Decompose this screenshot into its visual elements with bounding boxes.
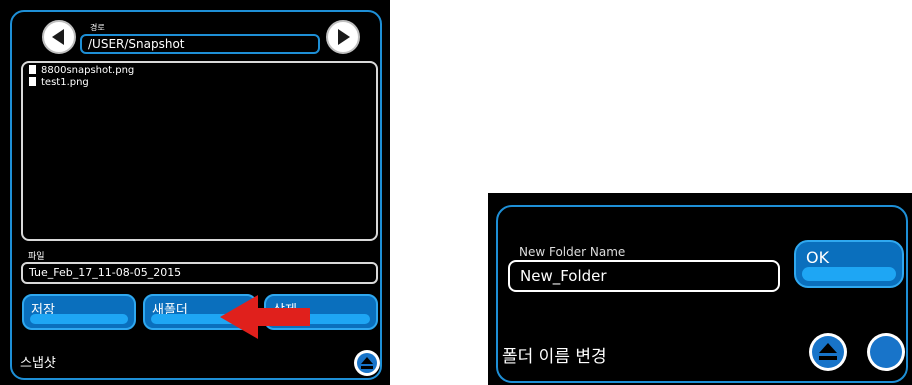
- file-icon: [29, 77, 36, 86]
- save-button[interactable]: 저장: [22, 294, 136, 330]
- file-dialog-panel: 경로 /USER/Snapshot 8800snapshot.png test1…: [0, 0, 390, 385]
- dialog-title: 스냅샷: [20, 356, 56, 371]
- file-icon: [29, 65, 36, 74]
- button-highlight: [802, 267, 896, 281]
- home-icon: [819, 343, 837, 360]
- ok-button-label: OK: [806, 248, 830, 267]
- path-label: 경로: [90, 23, 105, 32]
- rename-dialog-panel: New Folder Name New_Folder OK 폴더 이름 변경: [488, 193, 912, 385]
- list-item[interactable]: 8800snapshot.png: [29, 65, 134, 77]
- file-list[interactable]: 8800snapshot.png test1.png: [21, 61, 378, 241]
- round-action-button[interactable]: [867, 333, 905, 371]
- file-name: 8800snapshot.png: [41, 65, 135, 76]
- red-pointer-arrow: [220, 295, 310, 339]
- ok-button[interactable]: OK: [794, 240, 904, 288]
- button-highlight: [30, 314, 128, 324]
- new-folder-name-input[interactable]: New_Folder: [508, 260, 780, 292]
- list-item[interactable]: test1.png: [29, 77, 89, 89]
- path-field[interactable]: /USER/Snapshot: [80, 34, 320, 54]
- forward-button[interactable]: [326, 20, 360, 54]
- back-arrow-icon: [52, 29, 64, 45]
- round-action-button-face: [870, 336, 902, 368]
- home-button[interactable]: [354, 350, 380, 376]
- file-name: test1.png: [41, 77, 89, 88]
- file-name-field[interactable]: Tue_Feb_17_11-08-05_2015: [21, 262, 378, 284]
- back-button[interactable]: [42, 20, 76, 54]
- home-button[interactable]: [809, 333, 847, 371]
- home-icon: [361, 357, 373, 369]
- forward-arrow-icon: [338, 29, 350, 45]
- file-label: 파일: [28, 252, 45, 262]
- dialog-title: 폴더 이름 변경: [502, 347, 607, 367]
- new-folder-name-label: New Folder Name: [519, 245, 626, 259]
